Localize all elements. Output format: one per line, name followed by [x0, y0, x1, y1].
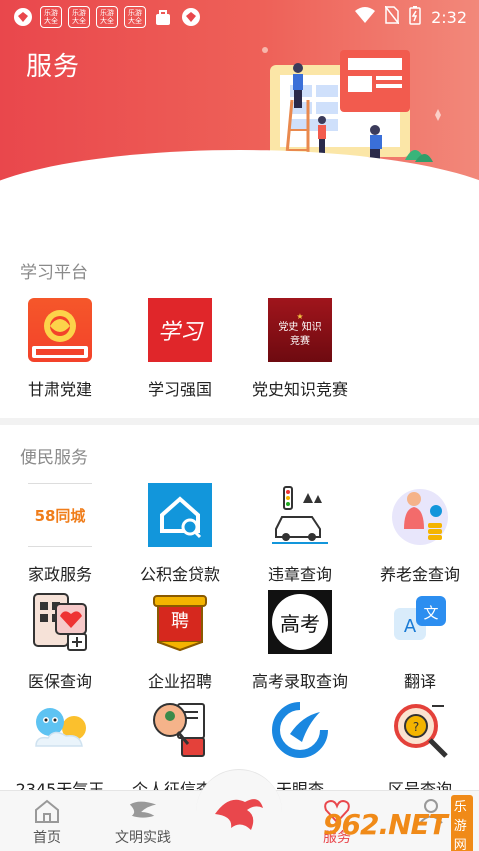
app-icon	[12, 6, 34, 28]
recruit-icon-text: 聘	[171, 611, 189, 632]
58-icon: 58同城	[28, 483, 92, 547]
wifi-icon	[355, 7, 376, 27]
tile-label: 违章查询	[267, 565, 332, 584]
tile-gansu-party[interactable]: 甘肃党建	[0, 298, 120, 400]
section-divider	[0, 418, 479, 425]
watermark-logo: 962.NET 乐游网	[323, 794, 473, 851]
nav-civilization[interactable]: 文明实践	[98, 791, 188, 851]
weather-icon	[28, 698, 92, 762]
tile-label: 家政服务	[27, 565, 92, 584]
tile-housekeeping[interactable]: 58同城 家政服务	[0, 483, 120, 585]
area-code-icon: ?	[388, 698, 452, 762]
translate-icon: A 文	[388, 590, 452, 654]
header-banner: 乐游大全 乐游大全 乐游大全 乐游大全 2:32 服务	[0, 0, 479, 200]
recruit-icon: 聘	[148, 590, 212, 654]
section-title-services: 便民服务	[20, 448, 88, 468]
tile-label: 翻译	[403, 672, 436, 691]
civilization-icon	[128, 797, 158, 825]
svg-text:文: 文	[423, 604, 438, 622]
xuexi-icon: 学习	[148, 298, 212, 362]
gansu-party-icon	[28, 298, 92, 362]
credit-icon	[148, 698, 212, 762]
party-history-icon-text: 党史 知识竞赛	[278, 321, 322, 347]
section-title-study: 学习平台	[20, 263, 88, 283]
nav-center-button[interactable]	[196, 769, 282, 851]
tianyancha-icon	[268, 698, 332, 762]
tile-xuexi[interactable]: 学习 学习强国	[120, 298, 240, 400]
svg-text:?: ?	[413, 720, 419, 734]
tile-label: 学习强国	[147, 380, 212, 399]
center-logo-icon	[215, 798, 263, 830]
party-history-icon: ★ 党史 知识竞赛	[268, 298, 332, 362]
no-sim-icon	[384, 5, 400, 28]
home-icon	[32, 797, 62, 825]
bag-icon	[152, 6, 174, 28]
status-bar: 乐游大全 乐游大全 乐游大全 乐游大全 2:32	[0, 0, 479, 34]
tile-label: 企业招聘	[147, 672, 212, 691]
tile-gaokao[interactable]: 高考 高考录取查询	[240, 590, 360, 692]
tile-translate[interactable]: A 文 翻译	[360, 590, 479, 692]
page-title: 服务	[26, 52, 81, 82]
tile-traffic-violation[interactable]: 违章查询	[240, 483, 360, 585]
pension-icon	[388, 483, 452, 547]
tile-label: 医保查询	[27, 672, 92, 691]
tile-weather[interactable]: 2345天气王	[0, 698, 120, 800]
watermark-text: 962.NET	[323, 807, 448, 841]
badge-icon: 乐游大全	[40, 6, 62, 28]
app-icon	[180, 6, 202, 28]
tile-pension[interactable]: 养老金查询	[360, 483, 479, 585]
tile-recruitment[interactable]: 聘 企业招聘	[120, 590, 240, 692]
gaokao-icon-text: 高考	[280, 611, 320, 636]
nav-label: 文明实践	[115, 830, 171, 846]
tile-housing-fund[interactable]: 公积金贷款	[120, 483, 240, 585]
tile-label: 甘肃党建	[27, 380, 92, 399]
svg-text:A: A	[404, 616, 417, 637]
tile-label: 高考录取查询	[251, 672, 348, 691]
badge-icon: 乐游大全	[124, 6, 146, 28]
medical-insurance-icon	[28, 590, 92, 654]
tile-label: 养老金查询	[379, 565, 460, 584]
watermark-sub: 乐游网	[450, 794, 473, 851]
nav-home[interactable]: 首页	[2, 791, 92, 851]
xuexi-icon-text: 学习	[157, 320, 202, 345]
gaokao-icon: 高考	[268, 590, 332, 654]
house-fund-icon	[148, 483, 212, 547]
traffic-violation-icon	[268, 483, 332, 547]
badge-icon: 乐游大全	[96, 6, 118, 28]
tile-party-history[interactable]: ★ 党史 知识竞赛 党史知识竞赛	[240, 298, 360, 400]
tile-area-code[interactable]: ? 区号查询	[360, 698, 479, 800]
tile-medical-insurance[interactable]: 医保查询	[0, 590, 120, 692]
badge-icon: 乐游大全	[68, 6, 90, 28]
battery-icon	[409, 5, 421, 29]
nav-label: 首页	[33, 830, 61, 846]
tile-label: 公积金贷款	[139, 565, 220, 584]
58-icon-text: 58同城	[34, 506, 86, 525]
status-time: 2:32	[431, 7, 467, 27]
tile-label: 党史知识竞赛	[251, 380, 348, 399]
